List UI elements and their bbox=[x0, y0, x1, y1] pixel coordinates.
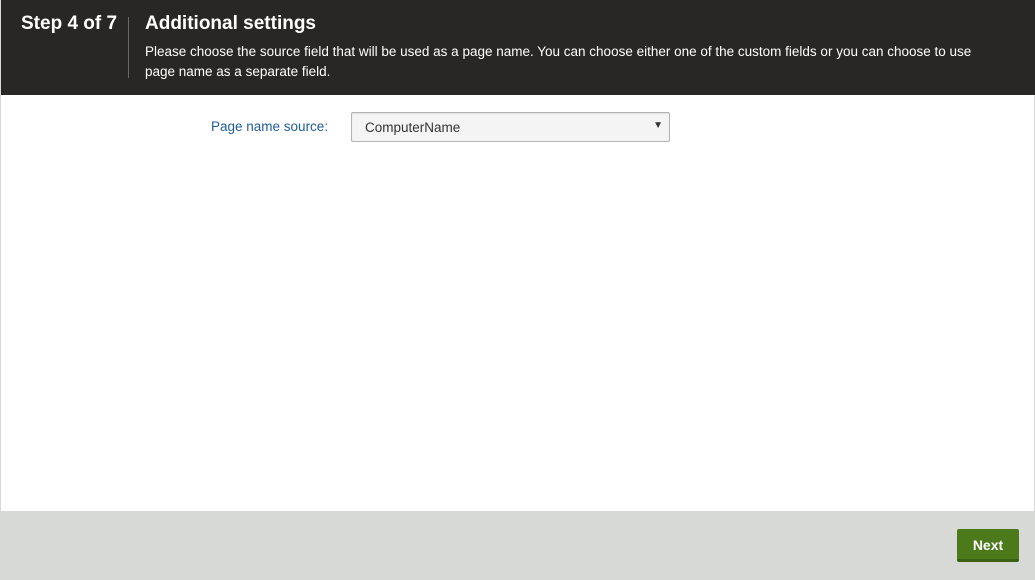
wizard-window: Step 4 of 7 Additional settings Please c… bbox=[0, 0, 1035, 580]
step-indicator: Step 4 of 7 bbox=[21, 13, 118, 34]
page-name-source-value: ComputerName bbox=[365, 120, 461, 135]
chevron-down-icon: ▼ bbox=[653, 120, 663, 131]
page-name-source-select[interactable]: ComputerName ▼ bbox=[351, 112, 670, 142]
wizard-header: Step 4 of 7 Additional settings Please c… bbox=[1, 0, 1035, 95]
page-title: Additional settings bbox=[145, 13, 316, 34]
next-button[interactable]: Next bbox=[957, 529, 1019, 562]
wizard-footer: Next bbox=[1, 511, 1035, 580]
step-description: Please choose the source field that will… bbox=[145, 44, 972, 79]
page-name-source-label: Page name source: bbox=[211, 119, 329, 134]
header-divider bbox=[128, 17, 129, 78]
